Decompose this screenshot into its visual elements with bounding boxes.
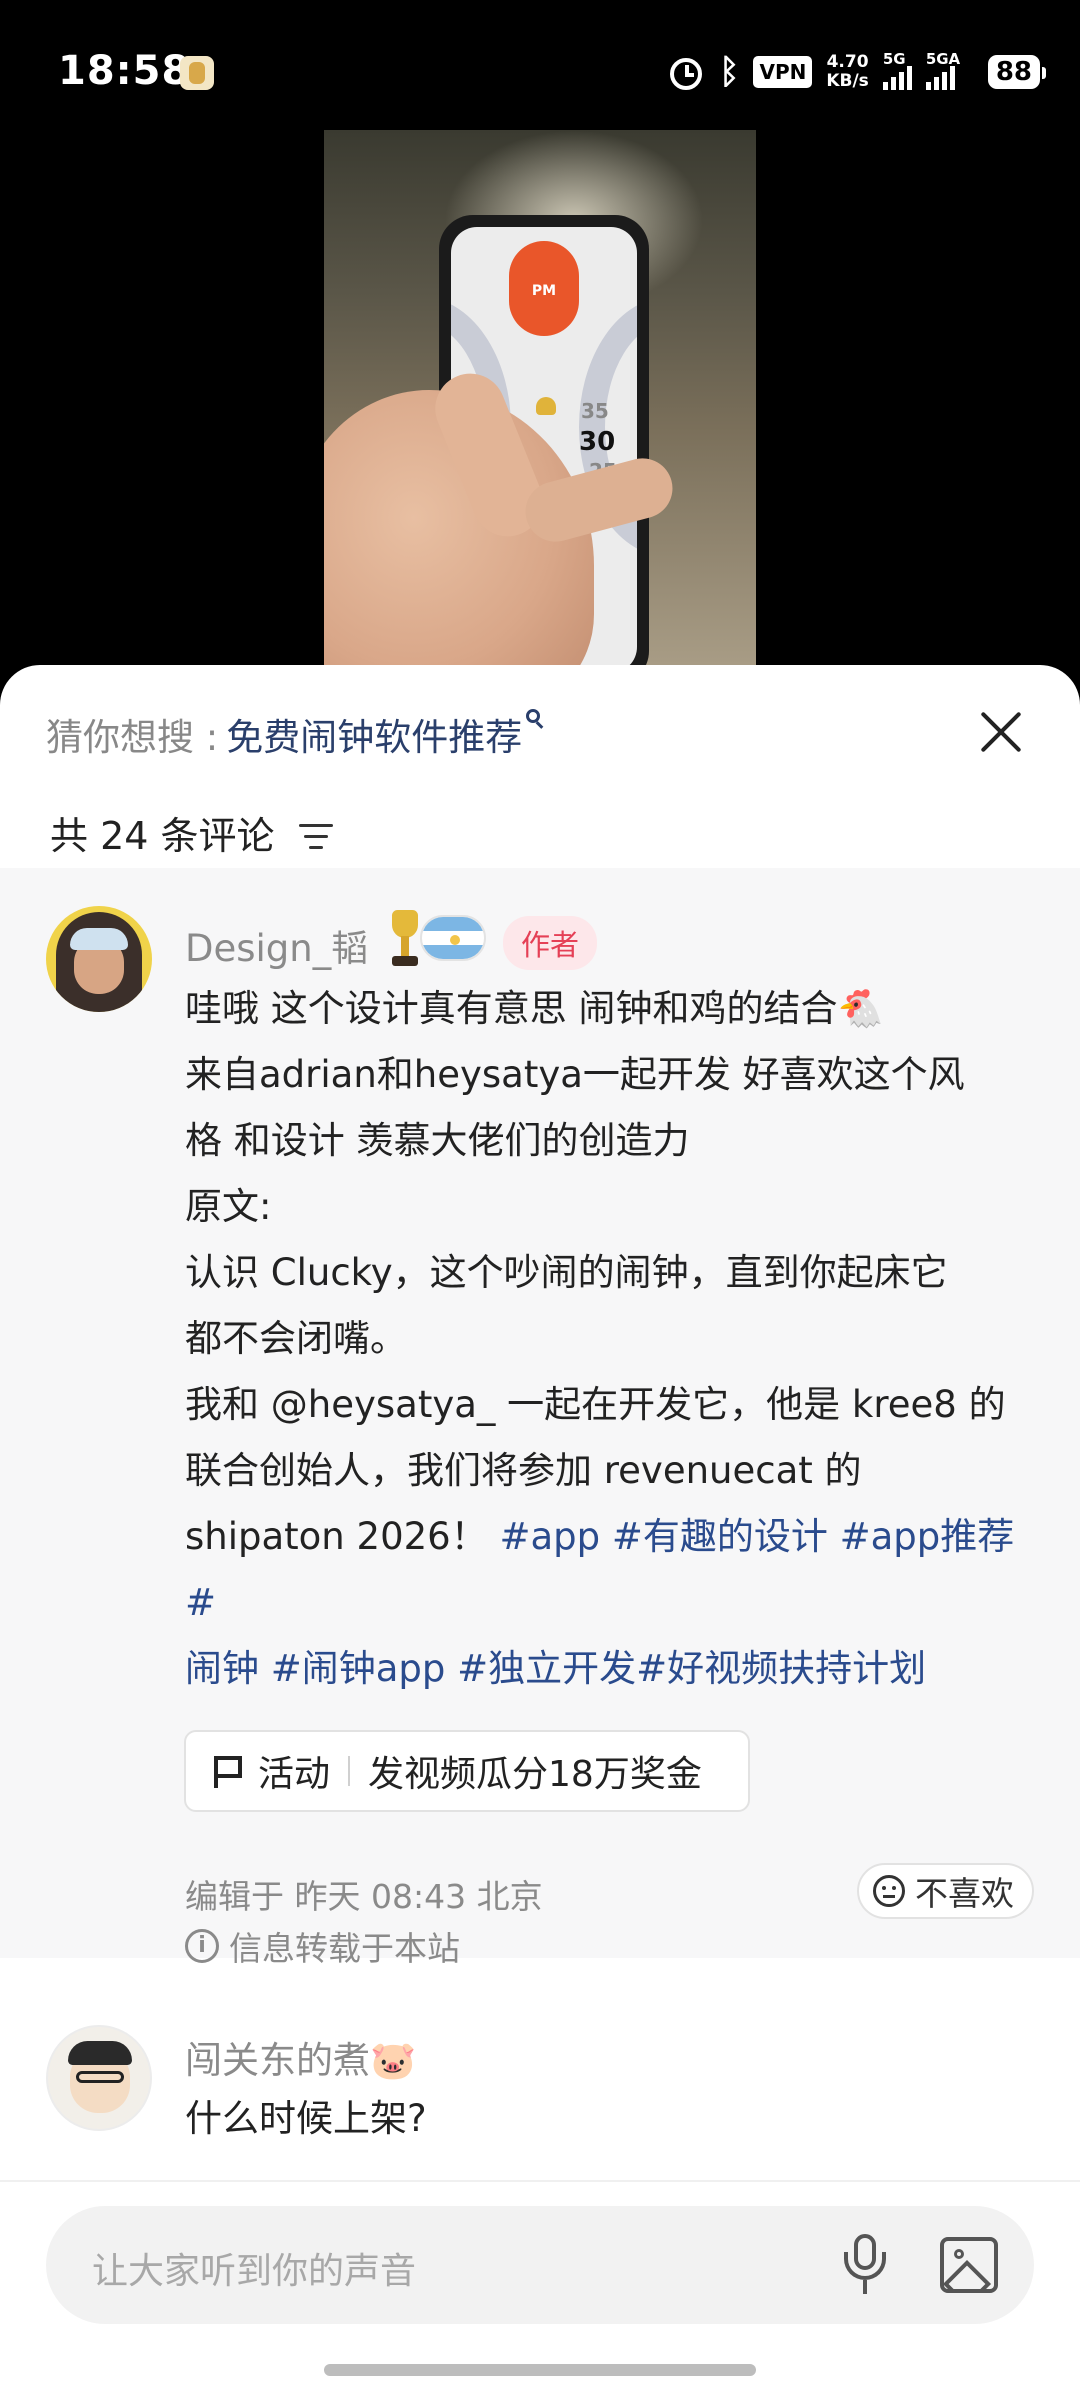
comment-line: 认识 Clucky，这个吵闹的闹钟，直到你起床它 <box>185 1251 948 1294</box>
comments-header: 共 24 条评论 <box>50 805 333 860</box>
network-speed-unit: KB/s <box>826 71 869 91</box>
comment-input[interactable]: 让大家听到你的声音 <box>46 2206 1034 2324</box>
pm-label: PM <box>509 241 579 336</box>
argentina-flag-icon <box>420 915 486 961</box>
comment-line: 我和 @heysatya_ 一起在开发它，他是 kree8 的 <box>185 1383 1006 1426</box>
app-notification-icon <box>180 56 214 90</box>
comment-line: shipaton 2026！ #app #有趣的设计 #app推荐 # <box>185 1504 1035 1636</box>
video-preview[interactable]: PM 35 30 25 <box>0 130 1080 670</box>
dial-number: 30 <box>579 427 616 457</box>
activity-label: 活动 <box>258 1754 331 1795</box>
comment-line: 格 和设计 羡慕大佬们的创造力 <box>185 1119 690 1162</box>
search-icon <box>526 709 548 731</box>
repost-info-text: 信息转载于本站 <box>229 1929 460 1968</box>
comment-line-text: shipaton 2026！ <box>185 1515 488 1558</box>
info-icon: i <box>185 1929 219 1963</box>
flag-icon <box>212 1754 244 1788</box>
activity-chip[interactable]: 活动 发视频瓜分18万奖金 <box>184 1730 750 1812</box>
network-speed: 4.70 KB/s <box>826 53 868 91</box>
activity-text: 发视频瓜分18万奖金 <box>368 1754 702 1795</box>
signal-5g-label: 5G <box>882 50 906 68</box>
repost-info: i 信息转载于本站 <box>185 1922 460 1970</box>
comments-count: 共 24 条评论 <box>50 814 275 858</box>
image-icon[interactable] <box>940 2237 998 2293</box>
sad-face-icon <box>873 1875 905 1907</box>
signal-5g-icon: 5G <box>882 50 912 90</box>
edited-timestamp: 编辑于 昨天 08:43 北京 <box>185 1877 543 1916</box>
comments-sheet: 猜你想搜 : 免费闹钟软件推荐 共 24 条评论 Design_韬 作者 哇哦 … <box>0 665 1080 2400</box>
microphone-icon[interactable] <box>840 2234 890 2296</box>
comment-line: 来自adrian和heysatya一起开发 好喜欢这个风 <box>185 1053 965 1096</box>
user-badges <box>388 908 486 968</box>
comment-username[interactable]: Design_韬 <box>185 918 368 972</box>
signal-5ga-icon: 5GA <box>925 50 974 90</box>
dial-number: 35 <box>581 399 609 423</box>
dislike-button[interactable]: 不喜欢 <box>857 1863 1034 1919</box>
comment-line: 都不会闭嘴。 <box>185 1317 407 1360</box>
comment-text: 什么时候上架? <box>185 2097 427 2140</box>
bell-icon <box>536 397 556 415</box>
author-badge: 作者 <box>503 916 598 970</box>
video-thumbnail[interactable]: PM 35 30 25 <box>324 130 756 670</box>
comment-line: 联合创始人，我们将参加 revenuecat 的 <box>185 1449 862 1492</box>
comment-text: 哇哦 这个设计真有意思 闹钟和鸡的结合🐔 来自adrian和heysatya一起… <box>185 976 1035 1702</box>
trophy-icon <box>388 908 420 968</box>
vpn-badge: VPN <box>753 56 813 88</box>
status-bar: 18:58 ᛒ VPN 4.70 KB/s 5G 5GA 88 <box>0 0 1080 130</box>
comment-username[interactable]: 闯关东的煮🐷 <box>185 2030 416 2084</box>
hashtag-links[interactable]: 闹钟 #闹钟app #独立开发#好视频扶持计划 <box>185 1636 1035 1702</box>
search-suggestion-prefix: 猜你想搜 : <box>46 716 219 759</box>
search-suggestion-term[interactable]: 免费闹钟软件推荐 <box>226 707 522 761</box>
network-speed-value: 4.70 <box>826 52 869 72</box>
comment-line: 哇哦 这个设计真有意思 闹钟和鸡的结合🐔 <box>185 987 884 1030</box>
comment-item-author[interactable]: Design_韬 作者 哇哦 这个设计真有意思 闹钟和鸡的结合🐔 来自adria… <box>0 868 1080 1968</box>
home-indicator[interactable] <box>324 2364 756 2376</box>
alarm-icon <box>667 53 705 91</box>
avatar[interactable] <box>46 2025 152 2131</box>
comment-item[interactable]: 闯关东的煮🐷 什么时候上架? <box>0 2020 1080 2170</box>
sort-icon[interactable] <box>298 823 333 850</box>
signal-5ga-label: 5GA <box>925 50 961 68</box>
status-icons: ᛒ VPN 4.70 KB/s 5G 5GA 88 <box>667 50 1047 94</box>
comment-input-placeholder: 让大家听到你的声音 <box>92 2251 417 2292</box>
battery-indicator: 88 <box>987 55 1047 89</box>
comment-line: 原文: <box>185 1185 272 1228</box>
close-icon[interactable] <box>978 709 1024 755</box>
dislike-label: 不喜欢 <box>915 1874 1014 1913</box>
search-suggestion[interactable]: 猜你想搜 : 免费闹钟软件推荐 <box>46 707 548 761</box>
bluetooth-icon: ᛒ <box>719 52 740 92</box>
avatar[interactable] <box>46 906 152 1012</box>
status-time: 18:58 <box>58 48 191 94</box>
